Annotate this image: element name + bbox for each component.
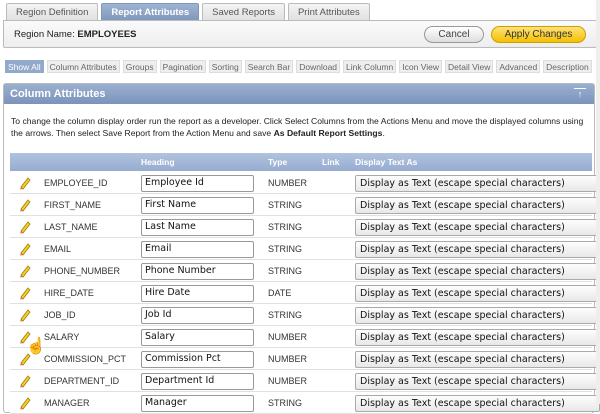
tab-region-definition[interactable]: Region Definition	[6, 3, 99, 21]
heading-input[interactable]: Employee Id	[141, 175, 254, 192]
panel-description: To change the column display order run t…	[11, 115, 591, 139]
heading-input[interactable]: First Name	[141, 197, 254, 214]
table-row: HIRE_DATE Hire Date DATE Display as Text…	[10, 282, 600, 304]
subtab-groups[interactable]: Groups	[122, 60, 157, 73]
hand-cursor-icon: ☝	[26, 338, 46, 355]
region-name: Region Name: EMPLOYEES	[14, 29, 137, 40]
tab-report-attributes[interactable]: Report Attributes	[101, 3, 200, 21]
edit-pencil-icon[interactable]	[18, 242, 32, 256]
panel-title: Column Attributes	[10, 88, 106, 100]
heading-input[interactable]: Salary	[141, 329, 254, 346]
display-as-select[interactable]: Display as Text (escape special characte…	[355, 373, 600, 390]
heading-input[interactable]: Phone Number	[141, 263, 254, 280]
column-type: NUMBER	[268, 332, 308, 342]
subtab-bar: Show All Column Attributes Groups Paginatio…	[5, 60, 592, 73]
column-name: LAST_NAME	[44, 222, 98, 232]
edit-pencil-icon[interactable]	[18, 308, 32, 322]
display-as-select[interactable]: Display as Text (escape special characte…	[355, 351, 600, 368]
edit-pencil-icon[interactable]	[18, 374, 32, 388]
display-as-select[interactable]: Display as Text (escape special characte…	[355, 175, 600, 192]
display-as-select[interactable]: Display as Text (escape special characte…	[355, 219, 600, 236]
column-type: STRING	[268, 266, 303, 276]
column-type: STRING	[268, 222, 303, 232]
table-row: MANAGER Manager STRING Display as Text (…	[10, 392, 600, 414]
col-link: Link	[322, 157, 340, 167]
column-name: PHONE_NUMBER	[44, 266, 121, 276]
desc-end: .	[382, 128, 385, 138]
column-name: EMPLOYEE_ID	[44, 178, 108, 188]
table-row: LAST_NAME Last Name STRING Display as Te…	[10, 216, 600, 238]
column-type: NUMBER	[268, 376, 308, 386]
subtab-show-all[interactable]: Show All	[5, 60, 44, 73]
display-as-select[interactable]: Display as Text (escape special characte…	[355, 241, 600, 258]
column-type: STRING	[268, 398, 303, 408]
subtab-detail-view[interactable]: Detail View	[444, 60, 494, 73]
collapse-icon[interactable]: ↑	[574, 88, 586, 99]
subtab-column-attributes[interactable]: Column Attributes	[46, 60, 120, 73]
apply-changes-button[interactable]: Apply Changes	[491, 26, 586, 43]
edit-pencil-icon[interactable]	[18, 264, 32, 278]
heading-input[interactable]: Last Name	[141, 219, 254, 236]
table-row: EMPLOYEE_ID Employee Id NUMBER Display a…	[10, 172, 600, 194]
table-row: COMMISSION_PCT Commission Pct NUMBER Dis…	[10, 348, 600, 370]
region-name-value: EMPLOYEES	[77, 29, 137, 40]
display-as-select[interactable]: Display as Text (escape special characte…	[355, 285, 600, 302]
column-type: DATE	[268, 288, 292, 298]
table-row: JOB_ID Job Id STRING Display as Text (es…	[10, 304, 600, 326]
subtab-sorting[interactable]: Sorting	[208, 60, 242, 73]
heading-input[interactable]: Job Id	[141, 307, 254, 324]
col-type: Type	[268, 157, 288, 167]
column-name: FIRST_NAME	[44, 200, 102, 210]
column-type: STRING	[268, 244, 303, 254]
display-as-select[interactable]: Display as Text (escape special characte…	[355, 307, 600, 324]
table-row: FIRST_NAME First Name STRING Display as …	[10, 194, 600, 216]
column-type: STRING	[268, 200, 303, 210]
edit-pencil-icon[interactable]	[18, 286, 32, 300]
col-display: Display Text As	[355, 157, 418, 167]
subtab-pagination[interactable]: Pagination	[159, 60, 206, 73]
tab-bar: Region Definition Report Attributes Save…	[6, 3, 370, 21]
subtab-download[interactable]: Download	[296, 60, 341, 73]
edit-pencil-icon[interactable]	[18, 176, 32, 190]
table-header: Heading Type Link Display Text As	[10, 153, 592, 171]
column-name: SALARY	[44, 332, 80, 342]
desc-bold: As Default Report Settings	[273, 128, 383, 138]
col-heading: Heading	[141, 157, 175, 167]
display-as-select[interactable]: Display as Text (escape special characte…	[355, 263, 600, 280]
region-bar: Region Name: EMPLOYEES Cancel Apply Chan…	[3, 20, 597, 48]
column-name: JOB_ID	[44, 310, 76, 320]
subtab-description[interactable]: Description	[543, 60, 592, 73]
subtab-icon-view[interactable]: Icon View	[399, 60, 442, 73]
heading-input[interactable]: Department Id	[141, 373, 254, 390]
edit-pencil-icon[interactable]	[18, 198, 32, 212]
panel-header: Column Attributes ↑	[4, 84, 594, 104]
table-row: SALARY Salary NUMBER Display as Text (es…	[10, 326, 600, 348]
column-name: EMAIL	[44, 244, 72, 254]
heading-input[interactable]: Email	[141, 241, 254, 258]
tab-saved-reports[interactable]: Saved Reports	[202, 3, 285, 21]
scrollbar[interactable]	[596, 0, 600, 404]
heading-input[interactable]: Hire Date	[141, 285, 254, 302]
column-type: NUMBER	[268, 178, 308, 188]
region-name-label: Region Name:	[14, 29, 75, 40]
column-name: MANAGER	[44, 398, 90, 408]
edit-pencil-icon[interactable]	[18, 220, 32, 234]
column-name: HIRE_DATE	[44, 288, 94, 298]
column-type: STRING	[268, 310, 303, 320]
subtab-search-bar[interactable]: Search Bar	[244, 60, 294, 73]
column-type: NUMBER	[268, 354, 308, 364]
subtab-link-column[interactable]: Link Column	[343, 60, 397, 73]
table-row: EMAIL Email STRING Display as Text (esca…	[10, 238, 600, 260]
heading-input[interactable]: Commission Pct	[141, 351, 254, 368]
display-as-select[interactable]: Display as Text (escape special characte…	[355, 329, 600, 346]
cancel-button[interactable]: Cancel	[424, 26, 484, 43]
column-name: COMMISSION_PCT	[44, 354, 127, 364]
display-as-select[interactable]: Display as Text (escape special characte…	[355, 197, 600, 214]
subtab-advanced[interactable]: Advanced	[496, 60, 541, 73]
table-row: PHONE_NUMBER Phone Number STRING Display…	[10, 260, 600, 282]
tab-print-attributes[interactable]: Print Attributes	[287, 3, 370, 21]
table-row: DEPARTMENT_ID Department Id NUMBER Displ…	[10, 370, 600, 392]
edit-pencil-icon[interactable]	[18, 396, 32, 410]
column-name: DEPARTMENT_ID	[44, 376, 120, 386]
